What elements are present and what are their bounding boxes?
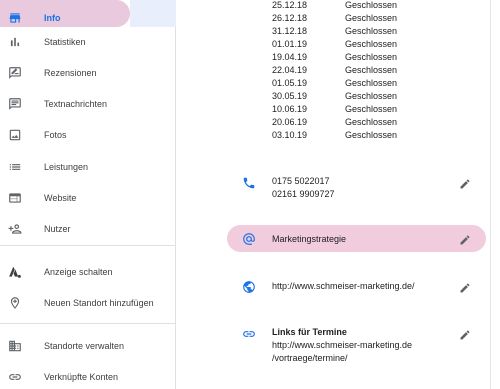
category-row[interactable]: Marketingstrategie — [225, 225, 491, 252]
at-sign-icon — [242, 232, 256, 246]
sidebar-item-label: Statistiken — [44, 37, 86, 47]
sidebar-divider — [0, 323, 176, 324]
hours-date: 20.06.19 — [272, 117, 308, 127]
add-person-icon — [7, 221, 23, 237]
sidebar-item-label: Website — [44, 193, 77, 203]
sidebar-item-label: Textnachrichten — [44, 99, 108, 109]
sidebar-item-leistungen[interactable]: Leistungen — [0, 152, 176, 182]
edit-pencil-icon[interactable] — [459, 177, 471, 189]
hours-date: 01.05.19 — [272, 78, 308, 88]
hours-date: 10.06.19 — [272, 104, 308, 114]
sidebar-item-label: Leistungen — [44, 162, 89, 172]
sidebar-item-statistiken[interactable]: Statistiken — [0, 27, 176, 57]
sidebar-item-nutzer[interactable]: Nutzer — [0, 214, 176, 244]
review-icon — [7, 65, 23, 81]
hours-status: Geschlossen — [345, 78, 398, 88]
website-row[interactable]: http://www.schmeiser-marketing.de/ — [225, 273, 491, 299]
hours-date: 22.04.19 — [272, 65, 308, 75]
hours-status: Geschlossen — [345, 104, 398, 114]
sidebar-item-anzeige-schalten[interactable]: Anzeige schalten — [0, 257, 176, 287]
hours-date: 31.12.18 — [272, 26, 308, 36]
photos-icon — [7, 127, 23, 143]
hours-status: Geschlossen — [345, 130, 398, 140]
hours-date: 03.10.19 — [272, 130, 308, 140]
hours-date: 01.01.19 — [272, 39, 308, 49]
storefront-icon — [7, 10, 23, 26]
phone-secondary: 02161 9909727 — [272, 189, 335, 199]
links-title: Links für Termine — [272, 327, 347, 337]
website-icon — [7, 190, 23, 206]
sidebar-item-textnachrichten[interactable]: Textnachrichten — [0, 89, 176, 119]
sidebar-item-label: Anzeige schalten — [44, 267, 113, 277]
ads-icon — [7, 264, 23, 280]
link-icon — [7, 369, 23, 385]
sidebar-item-fotos[interactable]: Fotos — [0, 120, 176, 150]
hours-status: Geschlossen — [345, 26, 398, 36]
hours-status: Geschlossen — [345, 117, 398, 127]
link-icon — [242, 327, 256, 341]
hours-status: Geschlossen — [345, 52, 398, 62]
sidebar-item-verknuepfte-konten[interactable]: Verknüpfte Konten — [0, 362, 176, 389]
hours-status: Geschlossen — [345, 91, 398, 101]
hours-status: Geschlossen — [345, 0, 398, 10]
sidebar-item-label: Neuen Standort hinzufügen — [44, 298, 154, 308]
category-label: Marketingstrategie — [272, 234, 347, 244]
list-icon — [7, 159, 23, 175]
website-url[interactable]: http://www.schmeiser-marketing.de/ — [272, 280, 415, 292]
sidebar-item-website[interactable]: Website — [0, 183, 176, 213]
sidebar-divider — [0, 245, 176, 246]
hours-date: 26.12.18 — [272, 13, 308, 23]
phone-row[interactable]: 0175 5022017 02161 9909727 — [225, 170, 491, 204]
hours-date: 19.04.19 — [272, 52, 308, 62]
add-location-icon — [7, 295, 23, 311]
sidebar-item-label: Standorte verwalten — [44, 341, 125, 351]
links-row[interactable]: Links für Termine http://www.schmeiser-m… — [225, 321, 491, 369]
edit-pencil-icon[interactable] — [459, 233, 471, 245]
sidebar-item-label: Rezensionen — [44, 68, 97, 78]
message-icon — [7, 96, 23, 112]
hours-status: Geschlossen — [345, 13, 398, 23]
sidebar-item-label: Nutzer — [44, 224, 71, 234]
edit-pencil-icon[interactable] — [459, 281, 471, 293]
sidebar-item-label: Fotos — [44, 130, 67, 140]
sidebar-item-standorte-verwalten[interactable]: Standorte verwalten — [0, 331, 176, 361]
globe-icon — [242, 280, 256, 294]
sidebar-item-label: Info — [44, 13, 61, 23]
hours-status: Geschlossen — [345, 39, 398, 49]
sidebar-item-neuen-standort[interactable]: Neuen Standort hinzufügen — [0, 288, 176, 318]
edit-pencil-icon[interactable] — [459, 328, 471, 340]
links-url-line2[interactable]: /vortraege/termine/ — [272, 352, 348, 364]
hours-date: 25.12.18 — [272, 0, 308, 10]
phone-primary: 0175 5022017 — [272, 176, 330, 186]
links-url-line1[interactable]: http://www.schmeiser-marketing.de — [272, 339, 412, 351]
bar-chart-icon — [7, 34, 23, 50]
buildings-icon — [7, 338, 23, 354]
sidebar-item-rezensionen[interactable]: Rezensionen — [0, 58, 176, 88]
hours-status: Geschlossen — [345, 65, 398, 75]
sidebar-item-label: Verknüpfte Konten — [44, 372, 119, 382]
sidebar: Info Statistiken Rezensionen Textnachric… — [0, 0, 176, 389]
phone-icon — [242, 176, 256, 190]
hours-date: 30.05.19 — [272, 91, 308, 101]
